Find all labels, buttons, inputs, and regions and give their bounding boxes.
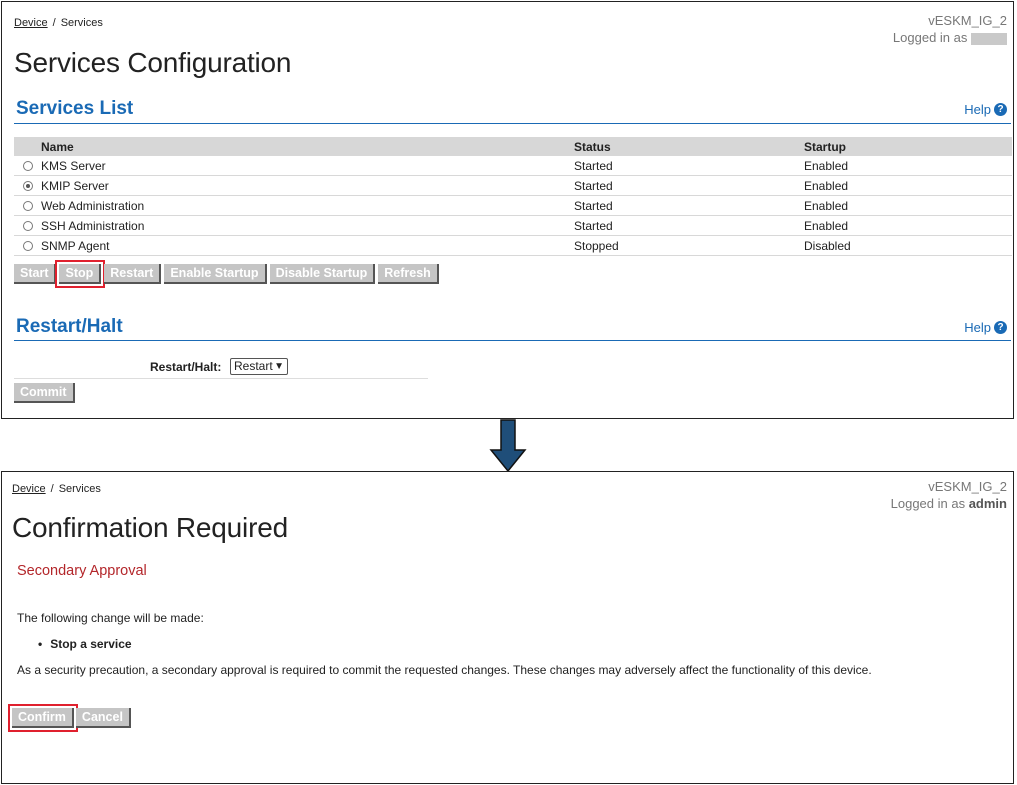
change-intro-text: The following change will be made: — [17, 611, 204, 625]
page-title: Confirmation Required — [12, 512, 288, 543]
service-radio[interactable] — [23, 161, 33, 172]
logged-in-status: Logged in as admin — [891, 495, 1007, 512]
breadcrumb: Device / Services — [14, 17, 103, 29]
service-name: Web Administration — [41, 198, 145, 213]
start-button[interactable]: Start — [14, 264, 57, 284]
services-list-title: Services List — [16, 98, 134, 119]
table-row[interactable]: KMIP Server Started Enabled — [14, 175, 1012, 196]
breadcrumb-device-link[interactable]: Device — [14, 17, 48, 29]
change-list-item: Stop a service — [38, 637, 131, 651]
chevron-down-icon: ▼ — [274, 361, 284, 372]
breadcrumb-device-link[interactable]: Device — [12, 483, 46, 495]
section-divider — [14, 340, 1011, 341]
services-table: Name Status Startup KMS Server Started E… — [14, 137, 1012, 256]
cancel-button[interactable]: Cancel — [75, 708, 131, 728]
service-radio[interactable] — [23, 201, 33, 212]
breadcrumb: Device / Services — [12, 483, 101, 495]
form-divider — [14, 378, 428, 379]
service-startup: Enabled — [804, 195, 1012, 216]
device-info: vESKM_IG_2 Logged in as admin — [891, 478, 1007, 512]
service-status: Started — [574, 175, 804, 196]
restart-halt-label: Restart/Halt: — [150, 360, 222, 374]
service-name: KMIP Server — [41, 178, 109, 193]
down-arrow-icon — [489, 419, 527, 473]
service-name: SNMP Agent — [41, 238, 110, 253]
secondary-approval-heading: Secondary Approval — [17, 563, 147, 579]
confirmation-panel: Device / Services vESKM_IG_2 Logged in as … — [1, 471, 1014, 784]
table-row[interactable]: Web Administration Started Enabled — [14, 195, 1012, 216]
restart-halt-title: Restart/Halt — [16, 316, 123, 337]
table-header-row: Name Status Startup — [14, 137, 1012, 156]
services-configuration-panel: Device / Services vESKM_IG_2 Logged in as … — [1, 1, 1014, 419]
breadcrumb-separator: / — [52, 17, 56, 29]
device-name: vESKM_IG_2 — [928, 13, 1007, 28]
restart-help-link[interactable]: Help? — [964, 320, 1007, 335]
services-help-link[interactable]: Help? — [964, 102, 1007, 117]
table-row[interactable]: SNMP Agent Stopped Disabled — [14, 235, 1012, 256]
service-name-cell: KMIP Server — [14, 175, 574, 196]
breadcrumb-separator: / — [50, 483, 54, 495]
service-startup: Enabled — [804, 156, 1012, 176]
service-status: Started — [574, 215, 804, 236]
service-status: Stopped — [574, 235, 804, 256]
column-header-startup: Startup — [804, 137, 1012, 156]
logged-in-label: Logged in as — [892, 30, 968, 45]
service-startup: Enabled — [804, 175, 1012, 196]
column-header-status: Status — [574, 137, 804, 156]
device-name: vESKM_IG_2 — [928, 479, 1007, 494]
service-status: Started — [574, 156, 804, 176]
service-name: KMS Server — [41, 158, 106, 173]
service-name-cell: SSH Administration — [14, 215, 574, 236]
service-name-cell: KMS Server — [14, 156, 574, 176]
service-startup: Enabled — [804, 215, 1012, 236]
service-status: Started — [574, 195, 804, 216]
restart-halt-select[interactable]: Restart ▼ — [230, 358, 288, 375]
confirmation-buttons: Confirm Cancel — [8, 704, 131, 732]
help-icon: ? — [994, 321, 1007, 334]
service-name-cell: SNMP Agent — [14, 235, 574, 256]
breadcrumb-current: Services — [60, 17, 103, 29]
commit-button[interactable]: Commit — [14, 383, 75, 403]
device-info: vESKM_IG_2 Logged in as — [893, 12, 1007, 46]
help-label: Help — [964, 102, 991, 117]
service-name-cell: Web Administration — [14, 195, 574, 216]
security-warning-text: As a security precaution, a secondary ap… — [17, 663, 872, 677]
logged-in-label: Logged in as — [890, 496, 966, 511]
restart-halt-selected-value: Restart — [234, 359, 273, 373]
redacted-username — [971, 32, 1007, 45]
commit-button-row: Commit — [14, 383, 75, 403]
table-row[interactable]: SSH Administration Started Enabled — [14, 215, 1012, 236]
confirm-button[interactable]: Confirm — [8, 704, 78, 732]
refresh-button[interactable]: Refresh — [378, 264, 439, 284]
help-label: Help — [964, 320, 991, 335]
service-radio-selected[interactable] — [23, 181, 33, 192]
service-name: SSH Administration — [41, 218, 145, 233]
page-title: Services Configuration — [14, 47, 292, 78]
table-row[interactable]: KMS Server Started Enabled — [14, 156, 1012, 176]
logged-in-status: Logged in as — [893, 29, 1007, 46]
section-divider — [14, 123, 1011, 124]
logged-in-user: admin — [968, 496, 1007, 511]
disable-startup-button[interactable]: Disable Startup — [269, 264, 376, 284]
column-header-name: Name — [14, 137, 574, 156]
service-action-buttons: Start Stop Restart Enable Startup Disabl… — [14, 260, 439, 288]
service-radio[interactable] — [23, 221, 33, 232]
service-radio[interactable] — [23, 241, 33, 252]
stop-button[interactable]: Stop — [55, 260, 106, 288]
help-icon: ? — [994, 103, 1007, 116]
enable-startup-button[interactable]: Enable Startup — [164, 264, 267, 284]
service-startup: Disabled — [804, 235, 1012, 256]
breadcrumb-current: Services — [58, 483, 101, 495]
restart-button[interactable]: Restart — [104, 264, 162, 284]
